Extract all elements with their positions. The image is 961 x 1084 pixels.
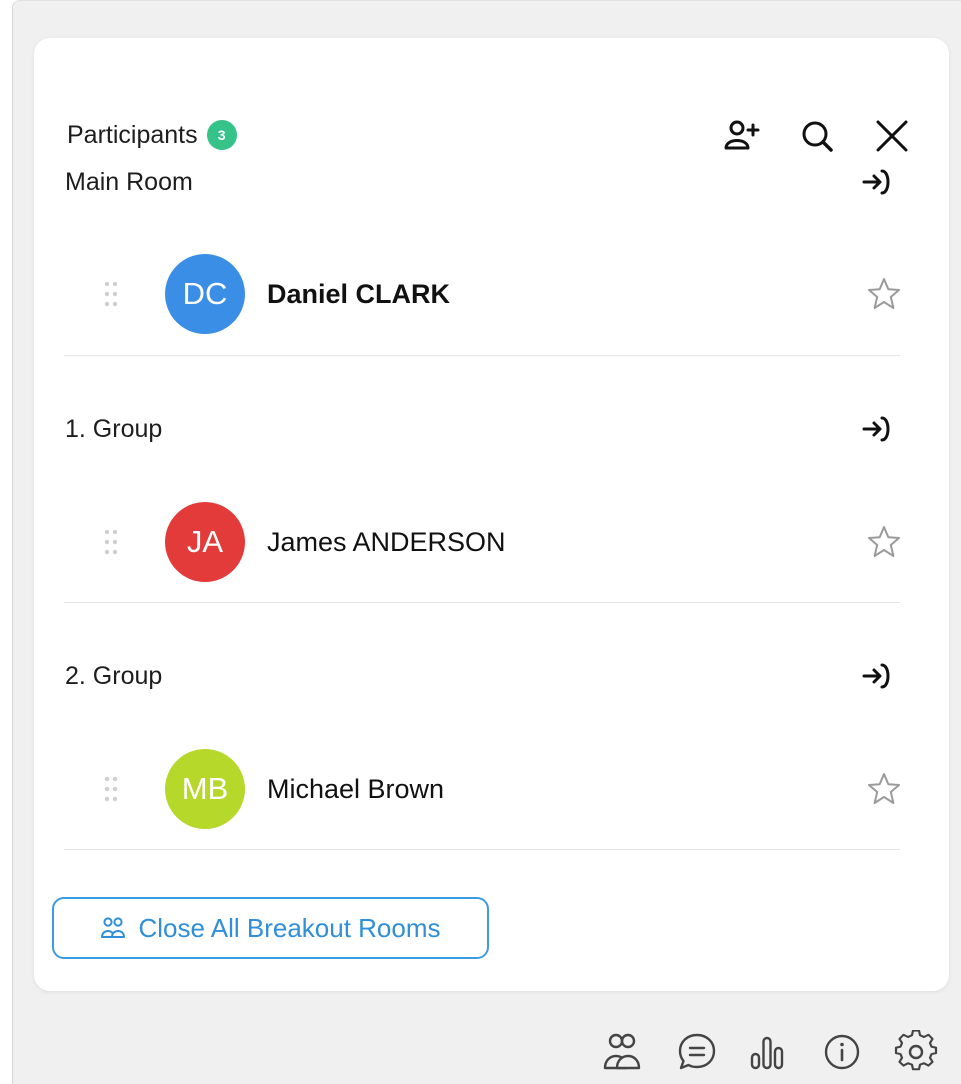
join-room-icon[interactable] bbox=[857, 409, 897, 449]
room-name: 1. Group bbox=[65, 414, 163, 443]
join-room-icon[interactable] bbox=[857, 656, 897, 696]
avatar: MB bbox=[165, 749, 245, 829]
participants-panel: Participants 3 Main Room DC Daniel CLARK… bbox=[34, 38, 949, 991]
participant-name: Michael Brown bbox=[267, 773, 445, 804]
participant-row: DC Daniel CLARK bbox=[94, 252, 904, 336]
close-all-breakout-rooms-button[interactable]: Close All Breakout Rooms bbox=[52, 897, 489, 959]
info-icon[interactable] bbox=[820, 1030, 864, 1074]
divider bbox=[64, 355, 900, 356]
participant-row: JA James ANDERSON bbox=[94, 500, 904, 584]
participant-row: MB Michael Brown bbox=[94, 747, 904, 831]
drag-handle-icon[interactable] bbox=[101, 527, 121, 557]
panel-title: Participants bbox=[67, 120, 198, 149]
drag-handle-icon[interactable] bbox=[101, 774, 121, 804]
star-icon[interactable] bbox=[864, 274, 904, 314]
add-user-icon[interactable] bbox=[723, 116, 763, 156]
room-name: 2. Group bbox=[65, 661, 163, 690]
close-all-label: Close All Breakout Rooms bbox=[138, 912, 441, 943]
panel-header: Participants 3 bbox=[67, 118, 237, 152]
avatar: DC bbox=[165, 254, 245, 334]
participant-name: Daniel CLARK bbox=[267, 278, 451, 309]
room-row-group-2: 2. Group bbox=[65, 656, 897, 696]
divider bbox=[64, 602, 900, 603]
star-icon[interactable] bbox=[864, 522, 904, 562]
star-icon[interactable] bbox=[864, 769, 904, 809]
poll-icon[interactable] bbox=[745, 1030, 789, 1074]
room-row-main: Main Room bbox=[65, 162, 897, 202]
group-icon bbox=[100, 915, 126, 941]
participant-count-badge: 3 bbox=[206, 120, 237, 150]
chat-icon[interactable] bbox=[675, 1030, 719, 1074]
participant-name: James ANDERSON bbox=[267, 526, 506, 557]
divider bbox=[64, 849, 900, 850]
room-name: Main Room bbox=[65, 167, 193, 196]
participants-icon[interactable] bbox=[600, 1030, 644, 1074]
search-icon[interactable] bbox=[798, 116, 838, 156]
avatar: JA bbox=[165, 502, 245, 582]
drag-handle-icon[interactable] bbox=[101, 279, 121, 309]
join-room-icon[interactable] bbox=[857, 162, 897, 202]
close-icon[interactable] bbox=[872, 116, 912, 156]
room-row-group-1: 1. Group bbox=[65, 409, 897, 449]
settings-icon[interactable] bbox=[894, 1030, 938, 1074]
